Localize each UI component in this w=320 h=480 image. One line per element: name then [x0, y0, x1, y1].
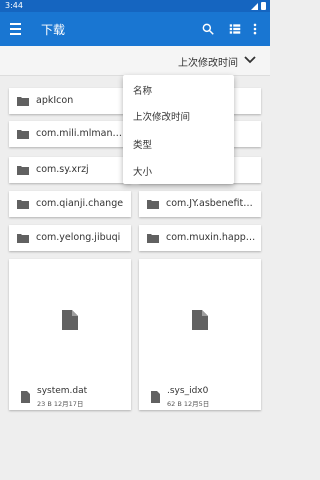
sort-option-modified[interactable]: 上次修改时间: [133, 109, 190, 123]
folder-item[interactable]: apkIcon: [9, 88, 131, 114]
folder-name: com.JY.asbenefitwal...: [166, 198, 257, 209]
status-bar: 3:44: [0, 0, 270, 12]
folder-icon: [17, 200, 29, 209]
sort-option-name[interactable]: 名称: [133, 83, 152, 97]
sort-option-type[interactable]: 类型: [133, 137, 152, 151]
file-name: system.dat: [37, 386, 88, 396]
search-icon[interactable]: [201, 22, 215, 36]
file-meta: 23 B 12月17日: [37, 400, 84, 408]
file-icon: [151, 391, 160, 403]
folder-icon: [17, 234, 29, 243]
folder-item[interactable]: com.qianji.change: [9, 191, 131, 217]
menu-icon[interactable]: [10, 23, 21, 35]
status-time: 3:44: [5, 1, 23, 10]
file-card[interactable]: .sys_idx0 62 B 12月5日: [139, 259, 261, 410]
sort-bar[interactable]: 上次修改时间: [0, 46, 270, 76]
folder-icon: [147, 200, 159, 209]
more-options-icon[interactable]: [251, 22, 259, 36]
folder-name: com.sy.xrzj: [36, 164, 89, 175]
folder-name: com.yelong.jibuqi: [36, 232, 121, 243]
file-preview: [9, 259, 131, 381]
folder-icon: [17, 97, 29, 106]
folder-name: com.mili.mlmanager: [36, 128, 127, 139]
sort-label[interactable]: 上次修改时间: [178, 54, 238, 69]
folder-icon: [147, 234, 159, 243]
folder-icon: [17, 130, 29, 139]
file-icon: [21, 391, 30, 403]
folder-icon: [17, 166, 29, 175]
sort-dropdown: 名称 上次修改时间 类型 大小: [123, 75, 234, 184]
folder-item[interactable]: com.muxin.happysp...: [139, 225, 261, 251]
chevron-down-icon[interactable]: [244, 56, 256, 64]
sort-option-size[interactable]: 大小: [133, 164, 152, 178]
folder-item[interactable]: com.JY.asbenefitwal...: [139, 191, 261, 217]
folder-item[interactable]: com.mili.mlmanager: [9, 121, 131, 147]
file-name: .sys_idx0: [167, 386, 209, 396]
document-icon: [192, 310, 208, 330]
folder-name: apkIcon: [36, 95, 74, 106]
document-icon: [62, 310, 78, 330]
folder-item[interactable]: com.sy.xrzj: [9, 157, 131, 183]
page-title: 下载: [41, 23, 66, 37]
folder-name: com.qianji.change: [36, 198, 124, 209]
folder-name: com.muxin.happysp...: [166, 232, 257, 243]
signal-icon: [251, 2, 258, 10]
folder-item[interactable]: com.yelong.jibuqi: [9, 225, 131, 251]
battery-icon: [261, 2, 266, 10]
file-preview: [139, 259, 261, 381]
app-bar: 下载: [0, 12, 270, 46]
list-view-icon[interactable]: [228, 22, 242, 36]
file-meta: 62 B 12月5日: [167, 400, 210, 408]
file-card[interactable]: system.dat 23 B 12月17日: [9, 259, 131, 410]
